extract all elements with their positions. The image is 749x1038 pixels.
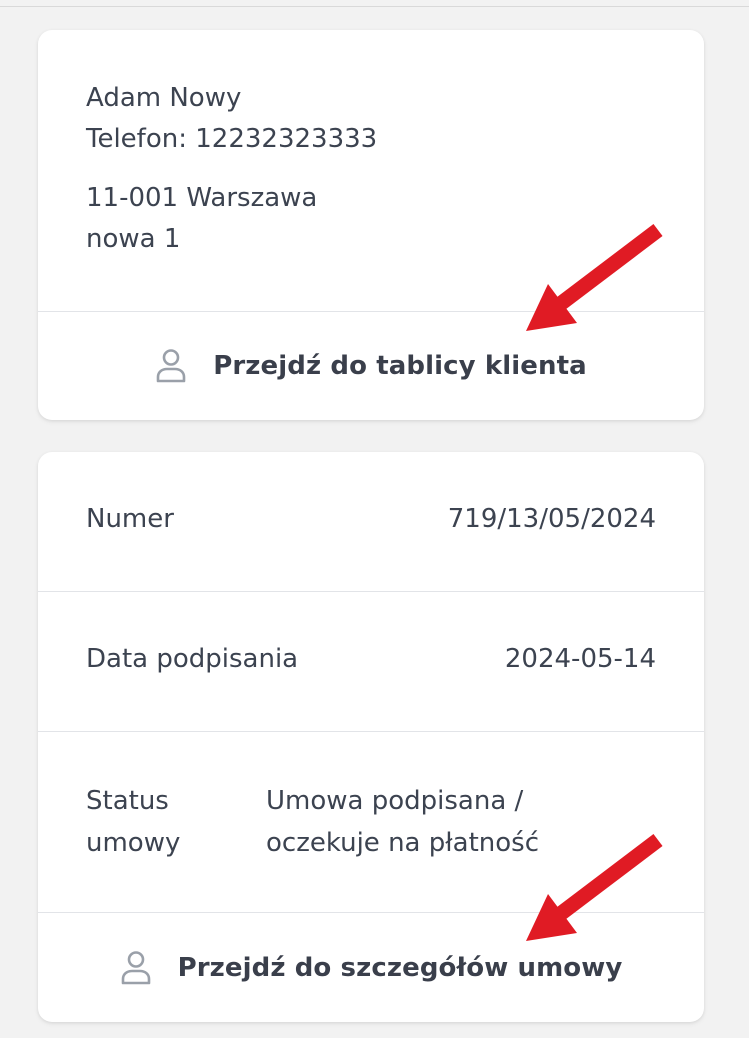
client-name: Adam Nowy xyxy=(86,83,242,113)
status-label-line-2: umowy xyxy=(86,828,181,858)
status-value-line-1: Umowa podpisana / xyxy=(266,786,524,816)
go-to-contract-details-label: Przejdź do szczegółów umowy xyxy=(177,952,623,983)
client-phone: Telefon: 12232323333 xyxy=(86,124,378,154)
client-info: Adam Nowy Telefon: 12232323333 11-001 Wa… xyxy=(86,78,377,260)
person-icon xyxy=(156,349,186,383)
contract-number-row: Numer 719/13/05/2024 xyxy=(86,504,656,534)
client-street: nowa 1 xyxy=(86,224,181,254)
client-city: 11-001 Warszawa xyxy=(86,183,318,213)
go-to-client-board-label: Przejdź do tablicy klienta xyxy=(213,351,587,381)
red-arrow-icon xyxy=(526,224,663,331)
contract-number-value: 719/13/05/2024 xyxy=(447,504,656,534)
status-label-line-1: Status xyxy=(86,786,169,816)
person-icon xyxy=(121,950,150,984)
contract-number-label: Numer xyxy=(86,504,174,534)
red-arrow-icon xyxy=(526,834,663,941)
contract-divider-1 xyxy=(38,591,704,592)
signing-date-value: 2024-05-14 xyxy=(504,644,656,674)
contract-status-label: Status umowy xyxy=(86,780,236,864)
signing-date-row: Data podpisania 2024-05-14 xyxy=(86,644,656,674)
signing-date-label: Data podpisania xyxy=(86,644,299,674)
contract-divider-2 xyxy=(38,731,704,732)
top-divider xyxy=(0,6,749,7)
